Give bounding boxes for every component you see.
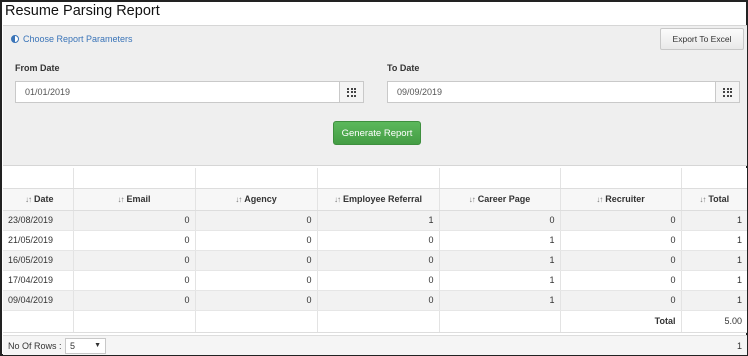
cell-total: 1 [681,270,747,291]
cell-total: 1 [681,250,747,271]
sort-icon: ↓↑ [468,195,476,204]
to-date-label: To Date [387,63,420,73]
cell-agency: 0 [195,210,318,231]
cell-email: 0 [73,290,196,311]
cell-employee-referral: 1 [317,210,440,231]
caret-down-icon: ▼ [94,342,101,349]
total-value: 5.00 [681,310,747,333]
cell-email: 0 [73,210,196,231]
cell-date: 17/04/2019 [3,270,74,291]
cell-recruiter: 0 [560,250,682,271]
cell-date: 23/08/2019 [3,210,74,231]
sort-icon: ↓↑ [699,195,706,204]
report-table: ↓↑ Date ↓↑ Email ↓↑ Agency ↓↑ Employee Refer… [3,168,747,333]
cell-total: 1 [681,290,747,311]
page-number[interactable]: 1 [737,341,742,351]
cell-career-page: 1 [439,250,561,271]
column-header-email[interactable]: ↓↑ Email [73,188,196,211]
cell-agency: 0 [195,250,318,271]
cell-recruiter: 0 [560,230,682,251]
sort-icon: ↓↑ [117,195,124,204]
table-row: 23/08/2019 0 0 1 0 0 1 [3,210,747,231]
calendar-grid-icon [723,87,732,97]
cell-career-page: 1 [439,290,561,311]
cell-date: 21/05/2019 [3,230,74,251]
choose-parameters-toggle[interactable]: Choose Report Parameters [11,34,133,44]
column-header-agency[interactable]: ↓↑ Agency [195,188,318,211]
from-date-input[interactable]: 01/01/2019 [15,81,340,103]
column-header-recruiter[interactable]: ↓↑ Recruiter [560,188,682,211]
cell-agency: 0 [195,230,318,251]
sort-icon: ↓↑ [333,195,341,204]
table-row: 17/04/2019 0 0 0 1 0 1 [3,270,747,291]
cell-employee-referral: 0 [317,230,440,251]
cell-career-page: 1 [439,270,561,291]
table-footer: No Of Rows : 5 ▼ 1 [3,335,747,355]
cell-employee-referral: 0 [317,270,440,291]
cell-career-page: 1 [439,230,561,251]
half-circle-icon [11,35,19,43]
cell-recruiter: 0 [560,290,682,311]
table-total-row: Total 5.00 [3,310,747,333]
cell-total: 1 [681,210,747,231]
cell-employee-referral: 0 [317,250,440,271]
cell-agency: 0 [195,270,318,291]
sort-icon: ↓↑ [25,195,32,204]
cell-employee-referral: 0 [317,290,440,311]
cell-date: 09/04/2019 [3,290,74,311]
export-to-excel-button[interactable]: Export To Excel [660,28,744,50]
cell-total: 1 [681,230,747,251]
cell-email: 0 [73,230,196,251]
report-window: Resume Parsing Report Choose Report Para… [0,0,748,356]
total-label: Total [560,310,682,333]
cell-recruiter: 0 [560,210,682,231]
rows-per-page-value: 5 [70,341,76,351]
column-header-employee-referral[interactable]: ↓↑ Employee Referral [317,188,440,211]
cell-career-page: 0 [439,210,561,231]
to-date-input[interactable]: 09/09/2019 [387,81,716,103]
column-header-career-page[interactable]: ↓↑ Career Page [439,188,561,211]
table-row: 21/05/2019 0 0 0 1 0 1 [3,230,747,251]
to-date-group: 09/09/2019 [387,81,740,103]
from-date-label: From Date [15,63,60,73]
calendar-grid-icon [347,87,356,97]
cell-date: 16/05/2019 [3,250,74,271]
report-parameters-panel: Choose Report Parameters Export To Excel… [3,25,747,166]
to-date-calendar-button[interactable] [716,81,740,103]
rows-per-page-select[interactable]: 5 ▼ [65,338,106,354]
from-date-group: 01/01/2019 [15,81,364,103]
generate-report-button[interactable]: Generate Report [333,121,421,145]
sort-icon: ↓↑ [235,195,242,204]
choose-parameters-label: Choose Report Parameters [23,34,133,44]
column-header-total[interactable]: ↓↑ Total [681,188,747,211]
cell-email: 0 [73,270,196,291]
table-header-row: ↓↑ Date ↓↑ Email ↓↑ Agency ↓↑ Employee Refer… [3,188,747,211]
cell-agency: 0 [195,290,318,311]
rows-per-page-label: No Of Rows : [8,341,62,351]
cell-email: 0 [73,250,196,271]
table-row: 16/05/2019 0 0 0 1 0 1 [3,250,747,271]
page-title: Resume Parsing Report [5,3,160,19]
column-header-date[interactable]: ↓↑ Date [3,188,74,211]
table-row: 09/04/2019 0 0 0 1 0 1 [3,290,747,311]
from-date-calendar-button[interactable] [340,81,364,103]
sort-icon: ↓↑ [596,195,603,204]
cell-recruiter: 0 [560,270,682,291]
table-filter-row [3,168,747,189]
